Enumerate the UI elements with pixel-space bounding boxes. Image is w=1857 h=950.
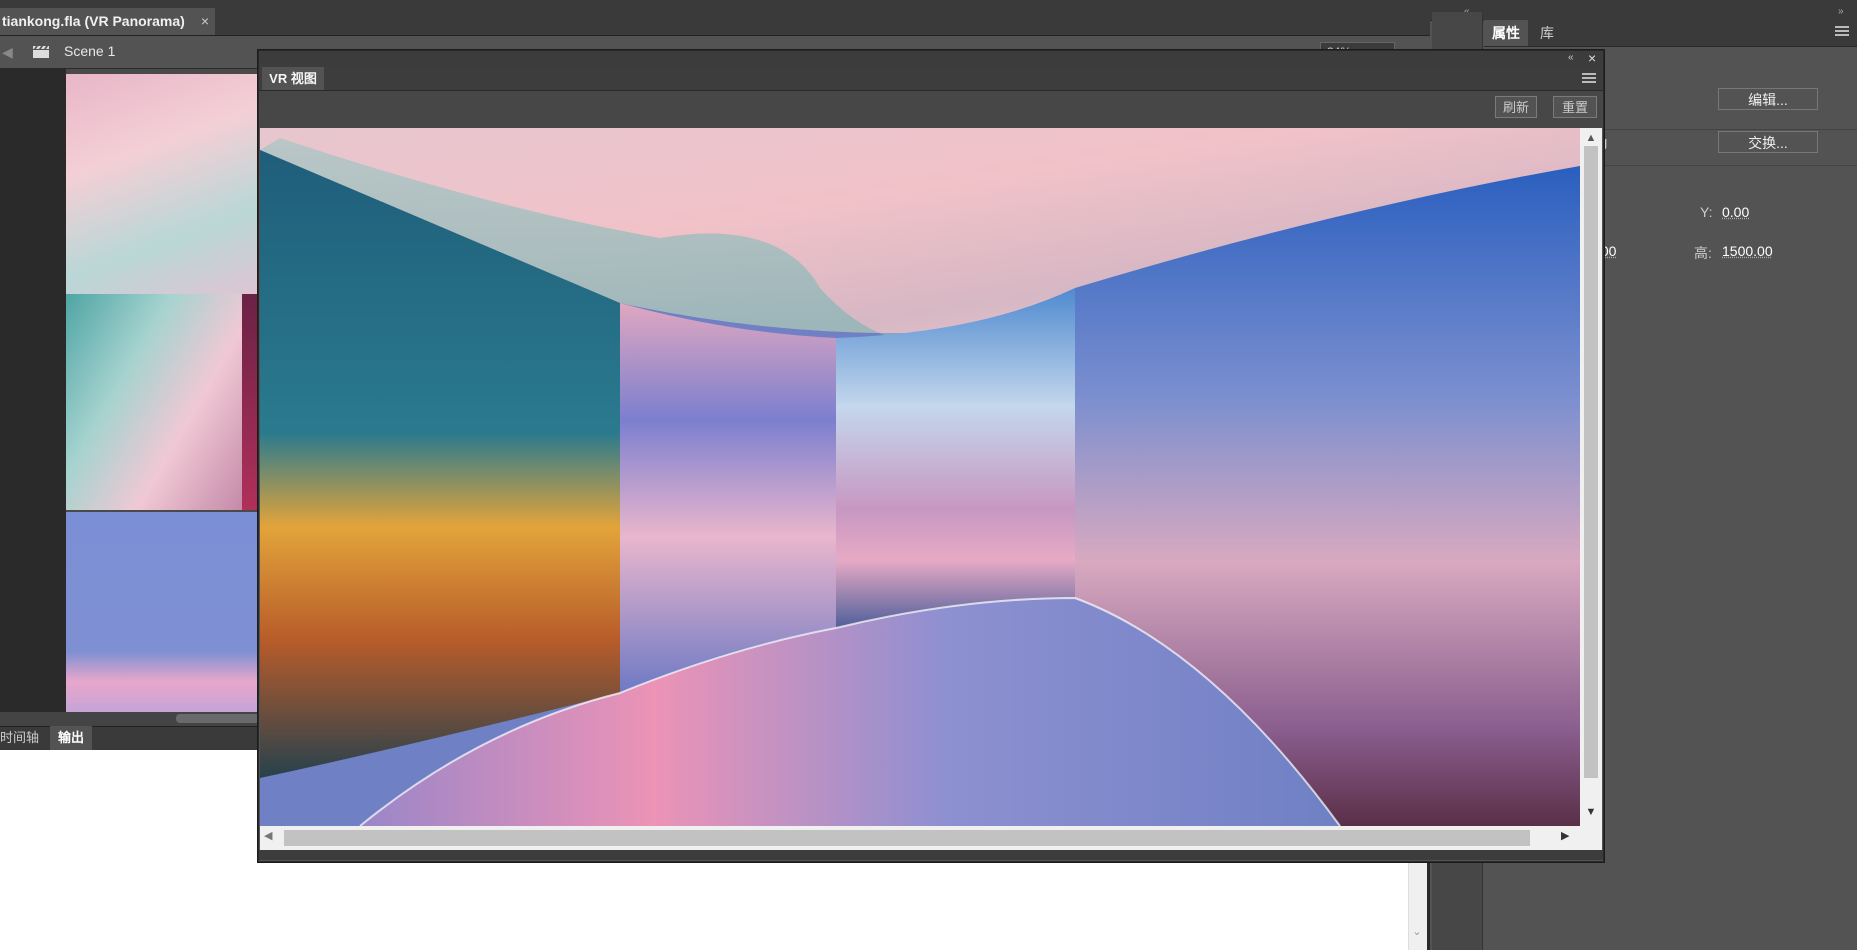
reset-button[interactable]: 重置: [1553, 96, 1597, 118]
hamburger-menu-icon[interactable]: [1835, 26, 1849, 36]
hamburger-menu-icon[interactable]: [1582, 73, 1596, 83]
panorama-tile-middle[interactable]: [66, 294, 242, 510]
vr-panorama-image: [260, 128, 1580, 826]
height-value[interactable]: 1500.00: [1722, 243, 1773, 259]
properties-top-bar: [1430, 0, 1857, 21]
scene-label: Scene 1: [64, 43, 116, 59]
scroll-right-icon[interactable]: ▶: [1561, 829, 1569, 842]
edit-button[interactable]: 编辑...: [1718, 88, 1818, 110]
refresh-button[interactable]: 刷新: [1495, 96, 1537, 118]
arrow-left-icon[interactable]: ◀: [2, 44, 13, 61]
close-icon[interactable]: ×: [1588, 50, 1596, 66]
vr-view-bottom-bar: [259, 850, 1603, 860]
vr-panorama-preview[interactable]: [260, 128, 1580, 826]
scroll-down-icon[interactable]: ▼: [1582, 806, 1600, 818]
height-label: 高:: [1694, 245, 1712, 261]
scrollbar-corner: [1580, 826, 1602, 850]
document-tab[interactable]: tiankong.fla (VR Panorama) ×: [0, 8, 215, 35]
clapperboard-icon: [33, 46, 49, 58]
vr-view-titlebar[interactable]: [259, 51, 1603, 67]
vr-horizontal-scroll-thumb[interactable]: [284, 830, 1530, 846]
scroll-up-icon[interactable]: ▲: [1582, 132, 1600, 144]
vr-view-toolbar: [259, 91, 1603, 128]
collapse-right-icon[interactable]: »: [1838, 6, 1844, 17]
y-value[interactable]: 0.00: [1722, 204, 1749, 220]
tab-timeline[interactable]: 时间轴: [0, 726, 45, 750]
tab-vr-view[interactable]: VR 视图: [262, 67, 324, 90]
collapse-icon[interactable]: «: [1568, 52, 1574, 63]
panorama-tile-bottom[interactable]: [66, 512, 266, 712]
swap-button[interactable]: 交换...: [1718, 131, 1818, 153]
tab-properties[interactable]: 属性: [1484, 20, 1528, 46]
document-tab-close-icon[interactable]: ×: [201, 8, 209, 35]
scroll-left-icon[interactable]: ◀: [264, 829, 272, 842]
y-label: Y:: [1700, 204, 1713, 220]
panorama-tile-top[interactable]: [66, 74, 266, 294]
chevron-down-icon[interactable]: ⌄: [1408, 925, 1426, 938]
document-tab-title: tiankong.fla (VR Panorama): [2, 13, 185, 29]
tab-library[interactable]: 库: [1532, 20, 1562, 46]
vr-vertical-scroll-thumb[interactable]: [1584, 146, 1598, 778]
tab-output[interactable]: 输出: [50, 726, 92, 750]
stage-pasteboard: [0, 69, 66, 714]
stage-scroll-thumb[interactable]: [176, 714, 266, 723]
vr-view-tab-bar: [259, 67, 1603, 91]
